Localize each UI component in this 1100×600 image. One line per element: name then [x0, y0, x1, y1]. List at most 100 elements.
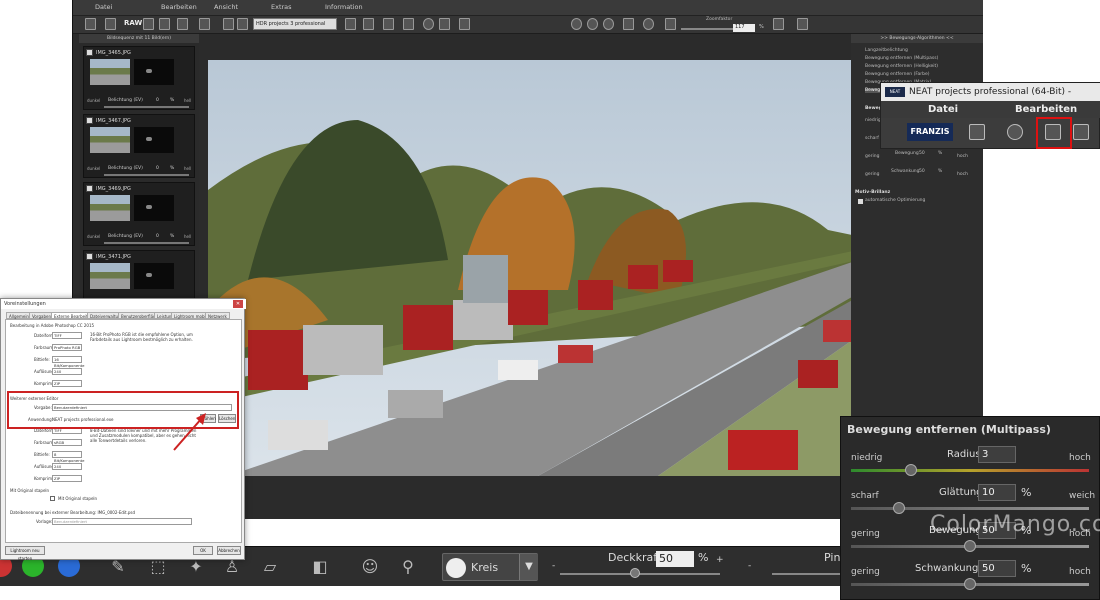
walker-icon[interactable]: ⚲	[398, 557, 418, 577]
field-input[interactable]: 240	[52, 463, 82, 470]
zoom-value[interactable]: 117	[733, 24, 755, 32]
slider-handle[interactable]	[964, 578, 976, 590]
slider-handle[interactable]	[904, 464, 917, 476]
menu-bearbeiten[interactable]: Bearbeiten	[161, 3, 197, 11]
new-file-icon[interactable]	[85, 18, 96, 30]
open-file-icon[interactable]	[105, 18, 116, 30]
stack-option[interactable]: Mit Original stapeln	[58, 496, 97, 501]
thumbnail-card[interactable]: IMG_3469.JPG dunkel Belichtung (EV) 0 % …	[83, 182, 195, 246]
menu-datei[interactable]: Datei	[95, 3, 112, 11]
fit-icon[interactable]	[383, 18, 394, 30]
row-value[interactable]: 50	[919, 151, 925, 156]
main-photo[interactable]	[208, 60, 924, 476]
field-select[interactable]: ProPhoto RGB	[52, 344, 82, 351]
thumbnail-card[interactable]: IMG_3465.JPG dunkel Belichtung (EV) 0 % …	[83, 46, 195, 110]
slider-handle[interactable]	[892, 502, 905, 514]
algo-item[interactable]: Bewegung entfernen (Farbe)	[865, 72, 929, 77]
exposure-slider[interactable]	[104, 174, 189, 176]
eraser-icon[interactable]: ▱	[260, 557, 280, 577]
rotate-icon[interactable]	[797, 18, 808, 30]
list-icon[interactable]	[665, 18, 676, 30]
field-select[interactable]: 8 Bit/Komponente	[52, 451, 84, 463]
menu-ansicht[interactable]: Ansicht	[214, 3, 238, 11]
field-select[interactable]: ZIP	[52, 475, 82, 482]
brush-shape-select[interactable]: Kreis ▼	[442, 553, 538, 581]
opacity-slider[interactable]	[560, 573, 720, 575]
field-select[interactable]: TIFF	[52, 332, 82, 339]
param-slider[interactable]	[851, 469, 1089, 472]
menu-extras[interactable]: Extras	[271, 3, 292, 11]
preset-select[interactable]: HDR projects 3 professional	[253, 18, 337, 30]
checkbox[interactable]	[86, 49, 93, 56]
save-icon[interactable]	[223, 18, 234, 30]
thumbnail-card[interactable]: IMG_3467.JPG dunkel Belichtung (EV) 0 % …	[83, 114, 195, 178]
history-icon[interactable]	[1007, 124, 1023, 140]
compare-icon[interactable]	[345, 18, 356, 30]
eye-icon[interactable]	[571, 18, 582, 30]
wand-icon[interactable]: ✦	[186, 557, 206, 577]
fullscreen-icon[interactable]	[773, 18, 784, 30]
algo-item[interactable]: Bewegung entfernen (Multipass)	[865, 56, 938, 61]
window-icon[interactable]	[623, 18, 634, 30]
ok-button[interactable]: OK	[193, 546, 213, 555]
param-slider[interactable]	[851, 507, 1089, 510]
stack-checkbox[interactable]	[50, 496, 55, 501]
menu-bearbeiten[interactable]: Bearbeiten	[1015, 104, 1077, 115]
zoom-slider[interactable]	[681, 28, 741, 30]
field-select[interactable]: sRGB	[52, 439, 82, 446]
history-icon[interactable]	[177, 18, 188, 30]
exposure-value[interactable]: 0	[156, 234, 159, 239]
restart-lightroom-button[interactable]: Lightroom neu starten	[5, 546, 45, 561]
row-value[interactable]: 50	[919, 169, 925, 174]
selection-icon[interactable]: ⬚	[148, 557, 168, 577]
play-icon[interactable]	[423, 18, 434, 30]
projects-icon[interactable]	[237, 18, 248, 30]
field-select[interactable]: ZIP	[52, 380, 82, 387]
slider-handle[interactable]	[964, 540, 976, 552]
thumbnail-image[interactable]	[90, 195, 130, 221]
param-value[interactable]: 10	[978, 484, 1016, 501]
pause-icon[interactable]	[439, 18, 450, 30]
tab-netzwerk[interactable]: Netzwerk	[205, 312, 230, 319]
thumbnail-image[interactable]	[90, 127, 130, 153]
batch-icon[interactable]	[159, 18, 170, 30]
exposure-slider[interactable]	[104, 106, 189, 108]
checkbox[interactable]	[86, 253, 93, 260]
opacity-slider-handle[interactable]	[630, 568, 640, 578]
clapperboard-icon[interactable]	[1073, 124, 1089, 140]
import-icon[interactable]	[143, 18, 154, 30]
brillanz-checkbox[interactable]	[858, 199, 863, 204]
chevron-down-icon[interactable]: ▼	[519, 554, 538, 580]
checkbox[interactable]	[86, 185, 93, 192]
thumbnail-image[interactable]	[90, 59, 130, 85]
opacity-input[interactable]: 50	[656, 551, 694, 567]
stamp-icon[interactable]: ♙	[222, 557, 242, 577]
size-slider[interactable]	[772, 573, 842, 575]
grid-icon[interactable]	[363, 18, 374, 30]
param-value[interactable]: 3	[978, 446, 1016, 463]
menu-datei[interactable]: Datei	[928, 104, 958, 115]
exposure-value[interactable]: 0	[156, 166, 159, 171]
document-icon[interactable]	[969, 124, 985, 140]
checkbox[interactable]	[86, 117, 93, 124]
histogram-icon[interactable]	[459, 18, 470, 30]
exposure-value[interactable]: 0	[156, 98, 159, 103]
field-input[interactable]: 240	[52, 368, 82, 375]
algo-item[interactable]: Bewegung entfernen (Helligkeit)	[865, 64, 938, 69]
people-icon[interactable]: ☺	[360, 557, 380, 577]
globe-icon[interactable]	[643, 18, 654, 30]
refresh-icon[interactable]	[603, 18, 614, 30]
menu-information[interactable]: Information	[325, 3, 363, 11]
thumbnail-image[interactable]	[90, 263, 130, 289]
param-value[interactable]: 50	[978, 560, 1016, 577]
field-select[interactable]: 16 Bit/Komponente	[52, 356, 84, 368]
algo-item[interactable]: Langzeitbelichtung	[865, 48, 908, 53]
raw-button[interactable]: RAW	[124, 19, 142, 27]
clock-icon[interactable]	[587, 18, 598, 30]
close-icon[interactable]: ✕	[233, 300, 243, 308]
crop-icon[interactable]	[403, 18, 414, 30]
exposure-slider[interactable]	[104, 242, 189, 244]
layers-icon[interactable]: ◧	[310, 557, 330, 577]
brillanz-option[interactable]: automatische Optimierung	[865, 198, 925, 203]
brush-icon[interactable]: ✎	[108, 557, 128, 577]
